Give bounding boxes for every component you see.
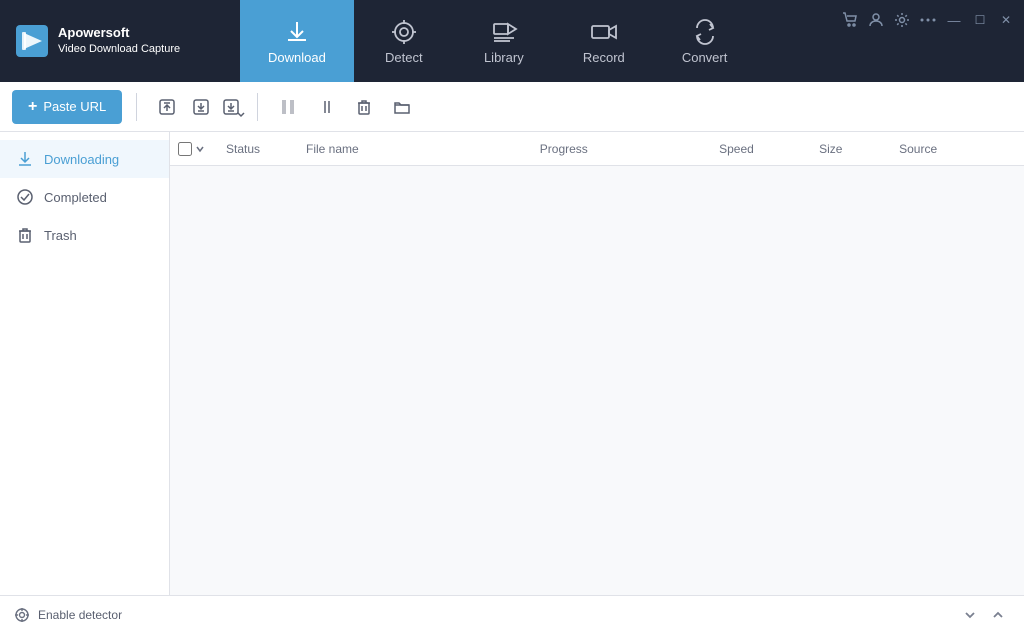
th-dropdown-arrow-icon[interactable] bbox=[196, 145, 204, 153]
th-speed: Speed bbox=[711, 142, 811, 156]
toolbar: + Paste URL bbox=[0, 82, 1024, 132]
add-to-top-button[interactable] bbox=[151, 91, 183, 123]
th-progress: Progress bbox=[532, 142, 711, 156]
th-size: Size bbox=[811, 142, 891, 156]
close-button[interactable]: ✕ bbox=[996, 10, 1016, 30]
up-arrow-icon bbox=[991, 608, 1005, 622]
cart-button[interactable] bbox=[840, 10, 860, 30]
completed-icon bbox=[16, 188, 34, 206]
statusbar-up-button[interactable] bbox=[986, 603, 1010, 627]
header: Apowersoft Video Download Capture Downlo… bbox=[0, 0, 1024, 82]
record-tab-icon bbox=[590, 18, 618, 46]
statusbar-controls bbox=[958, 603, 1010, 627]
convert-tab-icon bbox=[691, 18, 719, 46]
library-tab-icon bbox=[490, 18, 518, 46]
settings-button[interactable] bbox=[892, 10, 912, 30]
nav-tabs: Download Detect Library bbox=[240, 0, 832, 82]
table-header: Status File name Progress Speed Size Sou… bbox=[170, 132, 1024, 166]
sidebar-item-downloading[interactable]: Downloading bbox=[0, 140, 169, 178]
statusbar-down-button[interactable] bbox=[958, 603, 982, 627]
pause-button[interactable] bbox=[272, 91, 304, 123]
plus-icon: + bbox=[28, 98, 37, 116]
toolbar-separator-1 bbox=[136, 93, 137, 121]
th-status: Status bbox=[218, 142, 298, 156]
select-all-checkbox[interactable] bbox=[178, 142, 192, 156]
detector-icon bbox=[14, 607, 30, 623]
download-button[interactable] bbox=[185, 91, 217, 123]
enable-detector-area[interactable]: Enable detector bbox=[14, 607, 122, 623]
download-dropdown-button[interactable] bbox=[219, 91, 243, 123]
delete-button[interactable] bbox=[348, 91, 380, 123]
resume-button[interactable] bbox=[310, 91, 342, 123]
more-button[interactable] bbox=[918, 10, 938, 30]
detect-tab-icon bbox=[390, 18, 418, 46]
logo-text: Apowersoft Video Download Capture bbox=[58, 24, 180, 58]
th-source: Source bbox=[891, 142, 1016, 156]
tab-library[interactable]: Library bbox=[454, 0, 554, 82]
paste-url-button[interactable]: + Paste URL bbox=[12, 90, 122, 124]
toolbar-separator-2 bbox=[257, 93, 258, 121]
minimize-button[interactable]: — bbox=[944, 10, 964, 30]
th-checkbox bbox=[178, 142, 218, 156]
sidebar: Downloading Completed Trash bbox=[0, 132, 170, 595]
tab-download[interactable]: Download bbox=[240, 0, 354, 82]
open-folder-button[interactable] bbox=[386, 91, 418, 123]
downloading-icon bbox=[16, 150, 34, 168]
logo-area: Apowersoft Video Download Capture bbox=[0, 0, 240, 82]
download-buttons-group bbox=[151, 91, 243, 123]
user-button[interactable] bbox=[866, 10, 886, 30]
table-area: Status File name Progress Speed Size Sou… bbox=[170, 132, 1024, 595]
app-logo-icon bbox=[16, 25, 48, 57]
sidebar-item-completed[interactable]: Completed bbox=[0, 178, 169, 216]
table-body bbox=[170, 166, 1024, 595]
statusbar: Enable detector bbox=[0, 595, 1024, 633]
tab-detect[interactable]: Detect bbox=[354, 0, 454, 82]
tab-record[interactable]: Record bbox=[554, 0, 654, 82]
main-content: Downloading Completed Trash bbox=[0, 132, 1024, 595]
th-filename: File name bbox=[298, 142, 532, 156]
sidebar-item-trash[interactable]: Trash bbox=[0, 216, 169, 254]
trash-icon bbox=[16, 226, 34, 244]
window-controls: — ☐ ✕ bbox=[832, 0, 1024, 30]
download-tab-icon bbox=[283, 18, 311, 46]
restore-button[interactable]: ☐ bbox=[970, 10, 990, 30]
tab-convert[interactable]: Convert bbox=[654, 0, 756, 82]
down-arrow-icon bbox=[963, 608, 977, 622]
